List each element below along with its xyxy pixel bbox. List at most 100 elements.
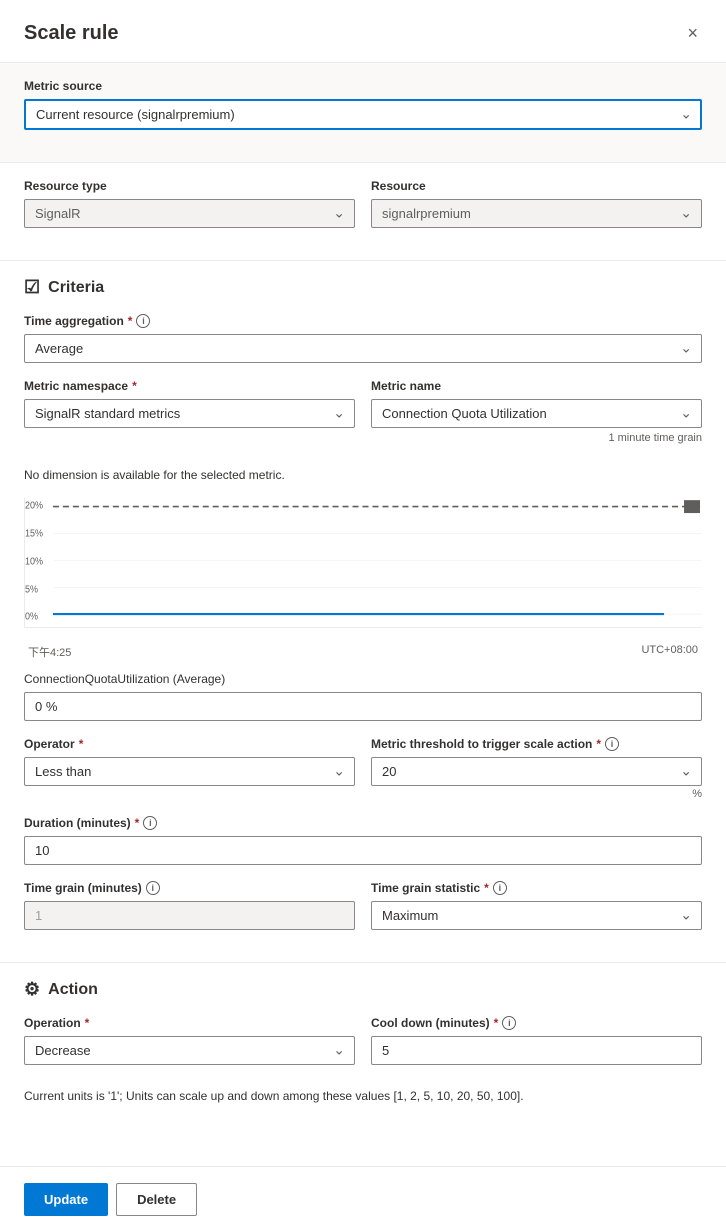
duration-group: Duration (minutes) * i xyxy=(24,816,702,865)
time-aggregation-required: * xyxy=(128,314,133,328)
chart-time-label: 下午4:25 xyxy=(28,644,71,660)
metric-threshold-group: Metric threshold to trigger scale action… xyxy=(371,737,702,800)
resource-dropdown-wrapper: signalrpremium xyxy=(371,199,702,228)
resource-dropdown[interactable]: signalrpremium xyxy=(371,199,702,228)
operation-required: * xyxy=(85,1016,90,1030)
metric-threshold-required: * xyxy=(596,737,601,751)
resource-label: Resource xyxy=(371,179,702,193)
time-grain-row: Time grain (minutes) i Time grain statis… xyxy=(24,881,702,946)
connection-quota-input[interactable] xyxy=(24,692,702,721)
metric-threshold-unit: % xyxy=(371,788,702,800)
metric-name-label: Metric name xyxy=(371,379,702,393)
time-grain-statistic-dropdown[interactable]: Maximum Minimum Average Sum xyxy=(371,901,702,930)
cool-down-info-icon[interactable]: i xyxy=(502,1016,516,1030)
operator-label: Operator * xyxy=(24,737,355,751)
duration-input[interactable] xyxy=(24,836,702,865)
operator-dropdown[interactable]: Less than Greater than Equal to xyxy=(24,757,355,786)
delete-button[interactable]: Delete xyxy=(116,1183,197,1216)
operator-group: Operator * Less than Greater than Equal … xyxy=(24,737,355,800)
panel-header: Scale rule × xyxy=(0,0,726,63)
chart-utc-label: UTC+08:00 xyxy=(641,644,698,660)
metric-namespace-group: Metric namespace * SignalR standard metr… xyxy=(24,379,355,444)
time-aggregation-dropdown-wrapper: Average Min Max Sum xyxy=(24,334,702,363)
metric-namespace-label: Metric namespace * xyxy=(24,379,355,393)
resource-group: Resource signalrpremium xyxy=(371,179,702,228)
operation-dropdown-wrapper: Decrease Increase Change count to xyxy=(24,1036,355,1065)
time-grain-statistic-label: Time grain statistic * i xyxy=(371,881,702,895)
metric-source-label: Metric source xyxy=(24,79,702,93)
metric-source-section: Metric source Current resource (signalrp… xyxy=(0,63,726,163)
connection-quota-group: ConnectionQuotaUtilization (Average) xyxy=(24,672,702,721)
time-aggregation-info-icon[interactable]: i xyxy=(136,314,150,328)
action-icon: ⚙ xyxy=(24,979,40,1000)
panel-title: Scale rule xyxy=(24,22,119,45)
time-grain-statistic-group: Time grain statistic * i Maximum Minimum… xyxy=(371,881,702,930)
operation-label: Operation * xyxy=(24,1016,355,1030)
time-grain-statistic-info-icon[interactable]: i xyxy=(493,881,507,895)
resource-type-group: Resource type SignalR xyxy=(24,179,355,228)
metric-namespace-dropdown[interactable]: SignalR standard metrics xyxy=(24,399,355,428)
metric-namespace-required: * xyxy=(132,379,137,393)
scale-rule-panel: Scale rule × Metric source Current resou… xyxy=(0,0,726,1232)
time-grain-minutes-info-icon[interactable]: i xyxy=(146,881,160,895)
cool-down-input[interactable] xyxy=(371,1036,702,1065)
footer: Update Delete xyxy=(0,1166,726,1232)
resource-type-dropdown-wrapper: SignalR xyxy=(24,199,355,228)
time-aggregation-label: Time aggregation * i xyxy=(24,314,702,328)
operation-cooldown-row: Operation * Decrease Increase Change cou… xyxy=(24,1016,702,1081)
connection-quota-label: ConnectionQuotaUtilization (Average) xyxy=(24,672,702,686)
svg-text:5%: 5% xyxy=(25,584,38,594)
cool-down-label: Cool down (minutes) * i xyxy=(371,1016,702,1030)
svg-text:0%: 0% xyxy=(25,611,38,621)
metric-source-dropdown[interactable]: Current resource (signalrpremium) xyxy=(24,99,702,130)
criteria-icon: ☑ xyxy=(24,277,40,298)
chart-area: 20% 15% 10% 5% 0% xyxy=(24,498,702,628)
time-aggregation-group: Time aggregation * i Average Min Max Sum xyxy=(24,314,702,363)
metric-name-dropdown-wrapper: Connection Quota Utilization xyxy=(371,399,702,428)
svg-text:10%: 10% xyxy=(25,556,43,566)
metric-namespace-row: Metric namespace * SignalR standard metr… xyxy=(24,379,702,460)
resource-type-dropdown[interactable]: SignalR xyxy=(24,199,355,228)
criteria-header: ☑ Criteria xyxy=(24,277,702,298)
metric-threshold-dropdown-wrapper: 20 xyxy=(371,757,702,786)
svg-text:20%: 20% xyxy=(25,500,43,510)
operation-group: Operation * Decrease Increase Change cou… xyxy=(24,1016,355,1065)
chart-time-row: 下午4:25 UTC+08:00 xyxy=(24,644,702,660)
metric-threshold-dropdown[interactable]: 20 xyxy=(371,757,702,786)
criteria-title: Criteria xyxy=(48,279,104,297)
scale-info: Current units is '1'; Units can scale up… xyxy=(24,1089,702,1103)
action-title: Action xyxy=(48,981,98,999)
metric-threshold-info-icon[interactable]: i xyxy=(605,737,619,751)
resource-section: Resource type SignalR Resource signalrpr… xyxy=(0,163,726,260)
close-button[interactable]: × xyxy=(683,20,702,46)
time-grain-minutes-input xyxy=(24,901,355,930)
svg-text:15%: 15% xyxy=(25,528,43,538)
update-button[interactable]: Update xyxy=(24,1183,108,1216)
criteria-section: ☑ Criteria Time aggregation * i Average … xyxy=(0,261,726,962)
time-grain-statistic-required: * xyxy=(484,881,489,895)
no-dimension-message: No dimension is available for the select… xyxy=(24,468,702,482)
operator-required: * xyxy=(79,737,84,751)
metric-namespace-dropdown-wrapper: SignalR standard metrics xyxy=(24,399,355,428)
operator-dropdown-wrapper: Less than Greater than Equal to xyxy=(24,757,355,786)
action-section: ⚙ Action Operation * Decrease Increase C… xyxy=(0,963,726,1119)
metric-source-dropdown-wrapper: Current resource (signalrpremium) xyxy=(24,99,702,130)
resource-row: Resource type SignalR Resource signalrpr… xyxy=(24,179,702,244)
time-grain-minutes-group: Time grain (minutes) i xyxy=(24,881,355,930)
resource-type-label: Resource type xyxy=(24,179,355,193)
metric-name-group: Metric name Connection Quota Utilization… xyxy=(371,379,702,444)
operator-threshold-grid: Operator * Less than Greater than Equal … xyxy=(24,737,702,816)
chart-svg: 20% 15% 10% 5% 0% xyxy=(25,498,702,627)
operation-dropdown[interactable]: Decrease Increase Change count to xyxy=(24,1036,355,1065)
cool-down-required: * xyxy=(494,1016,499,1030)
duration-label: Duration (minutes) * i xyxy=(24,816,702,830)
time-grain-minutes-label: Time grain (minutes) i xyxy=(24,881,355,895)
time-aggregation-dropdown[interactable]: Average Min Max Sum xyxy=(24,334,702,363)
duration-required: * xyxy=(135,816,140,830)
duration-info-icon[interactable]: i xyxy=(143,816,157,830)
action-header: ⚙ Action xyxy=(24,979,702,1000)
cool-down-group: Cool down (minutes) * i xyxy=(371,1016,702,1065)
metric-name-dropdown[interactable]: Connection Quota Utilization xyxy=(371,399,702,428)
metric-threshold-label: Metric threshold to trigger scale action… xyxy=(371,737,702,751)
time-grain-statistic-dropdown-wrapper: Maximum Minimum Average Sum xyxy=(371,901,702,930)
